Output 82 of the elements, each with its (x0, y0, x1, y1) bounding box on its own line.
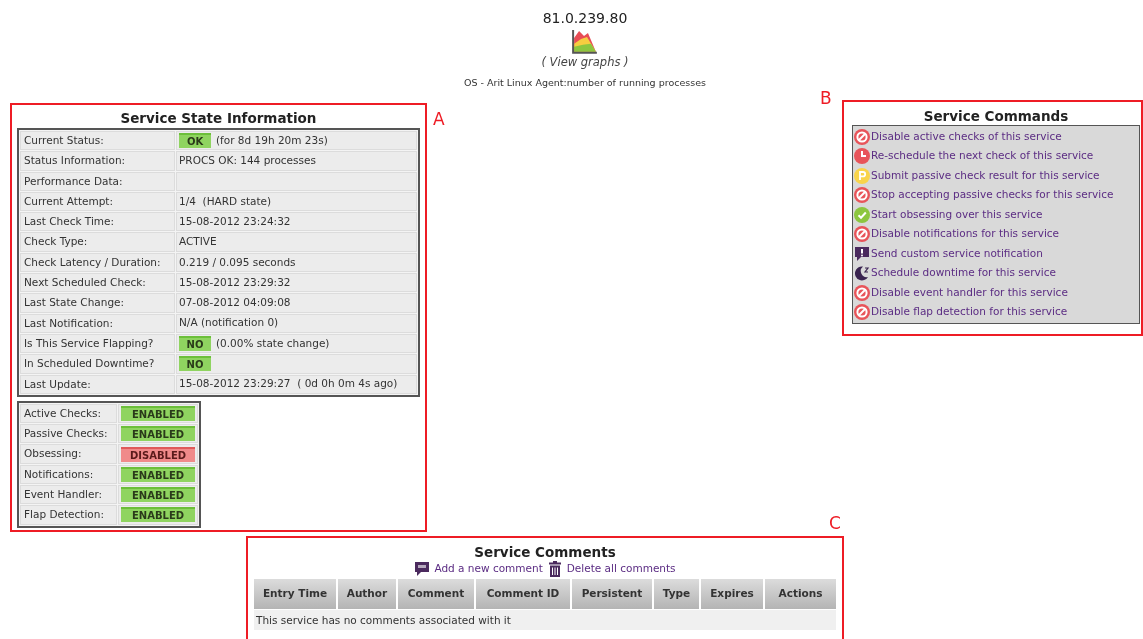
value-text: (for 8d 19h 20m 23s) (216, 132, 328, 148)
value-text: N/A (notification 0) (179, 315, 279, 331)
clock-icon (854, 148, 870, 165)
empty-message: This service has no comments associated with it (254, 609, 836, 630)
column-header: Author (338, 578, 396, 609)
status-badge: ENABLED (121, 466, 195, 482)
row-label: Check Latency / Duration: (20, 252, 175, 273)
trash-icon (546, 560, 563, 577)
no-entry-icon (854, 304, 870, 321)
value-text: 15-08-2012 23:29:32 (179, 274, 291, 290)
no-entry-icon (854, 128, 870, 145)
row-label: Notifications: (20, 464, 117, 485)
panel-title: Service State Information (119, 110, 318, 126)
value-text: 1/4 (HARD state) (179, 193, 272, 209)
value-text: 07-08-2012 04:09:08 (179, 295, 291, 311)
row-label: Next Scheduled Check: (20, 273, 175, 293)
value-text: ACTIVE (179, 234, 217, 250)
no-entry-icon (854, 187, 870, 204)
command-link[interactable]: Stop accepting passive checks for this service (871, 187, 1114, 204)
status-badge: ENABLED (121, 507, 195, 523)
panel-title: Service Commands (922, 108, 1070, 124)
status-badge: OK (179, 133, 211, 149)
command-link[interactable]: Start obsessing over this service (871, 206, 1043, 223)
row-label: In Scheduled Downtime? (20, 354, 175, 374)
row-label: Performance Data: (20, 171, 175, 191)
row-label: Active Checks: (20, 403, 117, 424)
service-name: OS - Arit Linux Agent:number of running processes (464, 75, 706, 90)
p-circle-icon (854, 167, 870, 184)
command-link[interactable]: Submit passive check result for this service (871, 167, 1100, 184)
row-label: Flap Detection: (20, 505, 117, 525)
value-text: PROCS OK: 144 processes (179, 153, 316, 169)
command-link[interactable]: Disable active checks of this service (871, 128, 1062, 145)
row-label: Last State Change: (20, 293, 175, 313)
command-link[interactable]: Re-schedule the next check of this service (871, 148, 1094, 165)
action-link[interactable]: Add a new comment (434, 560, 543, 577)
row-label: Status Information: (20, 151, 175, 171)
column-header: Entry Time (254, 578, 336, 609)
value-text: 15-08-2012 23:29:27 ( 0d 0h 0m 4s ago) (179, 376, 398, 392)
no-entry-icon (854, 284, 870, 301)
panel-title: Service Comments (473, 543, 617, 560)
action-link[interactable]: Delete all comments (566, 560, 676, 577)
status-badge: ENABLED (121, 426, 195, 442)
value-text: 0.219 / 0.095 seconds (179, 254, 296, 270)
row-label: Current Status: (20, 131, 175, 151)
value-text: 15-08-2012 23:24:32 (179, 213, 291, 229)
exclamation-icon (854, 245, 870, 262)
row-label: Last Notification: (20, 313, 175, 333)
column-header: Comment ID (476, 578, 570, 609)
command-link[interactable]: Disable notifications for this service (871, 226, 1060, 243)
status-badge: NO (179, 336, 211, 352)
command-link[interactable]: Schedule downtime for this service (871, 265, 1056, 282)
row-label: Check Type: (20, 232, 175, 252)
row-label: Is This Service Flapping? (20, 333, 175, 354)
annotation-label: B (820, 87, 832, 110)
command-link[interactable]: Disable flap detection for this service (871, 304, 1068, 321)
column-header: Persistent (572, 578, 652, 609)
status-badge: NO (179, 356, 211, 372)
row-label: Obsessing: (20, 444, 117, 464)
view-graphs-link[interactable]: ( View graphs ) (541, 53, 629, 70)
check-circle-icon (854, 206, 870, 223)
chart-icon[interactable] (571, 28, 599, 54)
status-badge: ENABLED (121, 406, 195, 421)
status-badge: ENABLED (121, 487, 195, 503)
annotation-label: A (433, 108, 445, 131)
moon-icon (854, 265, 870, 282)
column-header: Type (654, 578, 699, 609)
annotation-label: C (829, 511, 841, 535)
column-header: Expires (701, 578, 763, 609)
no-entry-icon (854, 226, 870, 243)
row-label: Current Attempt: (20, 191, 175, 212)
status-badge: DISABLED (121, 446, 195, 462)
row-label: Passive Checks: (20, 424, 117, 444)
speech-bubble-icon (414, 560, 431, 577)
row-label: Last Update: (20, 374, 175, 394)
value-text: (0.00% state change) (216, 335, 330, 351)
host-address: 81.0.239.80 (542, 10, 628, 27)
column-header: Comment (398, 578, 474, 609)
row-label: Last Check Time: (20, 212, 175, 232)
command-link[interactable]: Send custom service notification (871, 245, 1043, 262)
row-label: Event Handler: (20, 485, 117, 505)
column-header: Actions (765, 578, 836, 609)
command-link[interactable]: Disable event handler for this service (871, 284, 1068, 301)
